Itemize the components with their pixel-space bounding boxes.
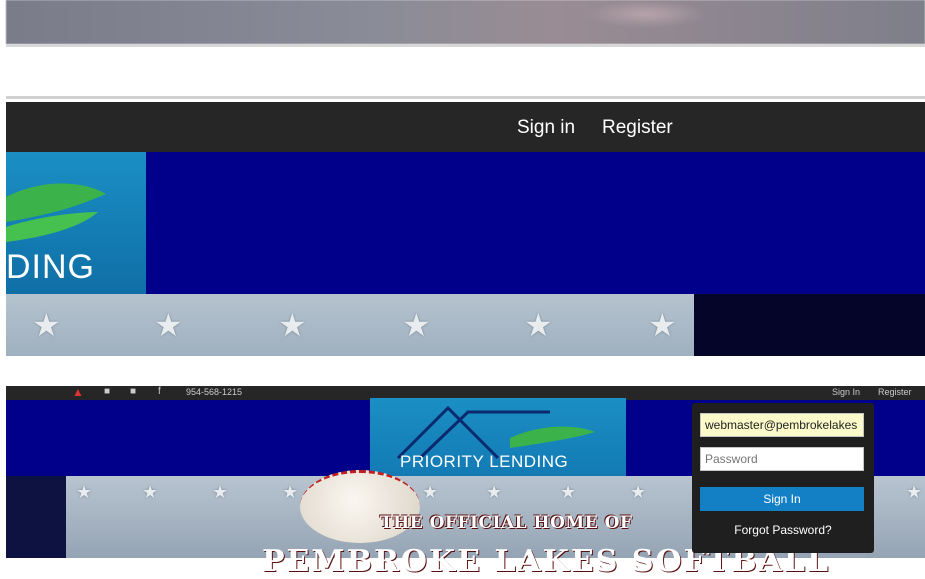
star-icon: ★ (906, 482, 923, 502)
phone-number[interactable]: 954-568-1215 (186, 387, 242, 397)
forgot-password-link[interactable]: Forgot Password? (692, 523, 874, 537)
star-icon: ★ (32, 307, 61, 343)
star-icon: ★ (648, 307, 677, 343)
star-icon: ★ (278, 307, 307, 343)
social-icon[interactable]: ■ (130, 386, 136, 397)
star-icon: ★ (524, 307, 553, 343)
star-icon: ★ (154, 307, 183, 343)
star-icon: ★ (402, 307, 431, 343)
dark-banner (694, 294, 925, 356)
login-dropdown: Sign In Forgot Password? (692, 403, 874, 553)
social-icon[interactable]: f (158, 386, 161, 397)
divider (6, 96, 925, 99)
register-link[interactable]: Register (878, 387, 912, 397)
social-icon[interactable]: ■ (104, 386, 110, 397)
divider (6, 44, 925, 47)
logo-text: PRIORITY LENDING (400, 452, 569, 471)
sponsor-logo[interactable]: PRIORITY LENDING (370, 398, 626, 476)
star-icon: ★ (76, 482, 93, 502)
sign-in-link[interactable]: Sign In (832, 387, 860, 397)
star-icon: ★ (486, 482, 503, 502)
stars-banner: ★ ★ ★ ★ ★ ★ (6, 294, 694, 356)
sign-in-link[interactable]: Sign in (517, 117, 575, 139)
logo-text: DING (6, 248, 95, 286)
top-nav-bar: Sign in Register (6, 102, 925, 154)
dark-banner (6, 476, 66, 558)
register-link[interactable]: Register (602, 117, 673, 139)
star-icon: ★ (422, 482, 439, 502)
sponsor-logo[interactable]: DING (6, 152, 146, 294)
alert-icon[interactable]: ▲ (72, 385, 84, 399)
star-icon: ★ (212, 482, 229, 502)
sign-in-button[interactable]: Sign In (700, 487, 864, 511)
password-field[interactable] (700, 447, 864, 471)
star-icon: ★ (630, 482, 647, 502)
star-icon: ★ (560, 482, 577, 502)
star-icon: ★ (142, 482, 159, 502)
blurred-banner (6, 0, 925, 44)
email-field[interactable] (700, 413, 864, 437)
star-icon: ★ (282, 482, 299, 502)
hero-headline: THE OFFICIAL HOME OF (380, 513, 633, 533)
